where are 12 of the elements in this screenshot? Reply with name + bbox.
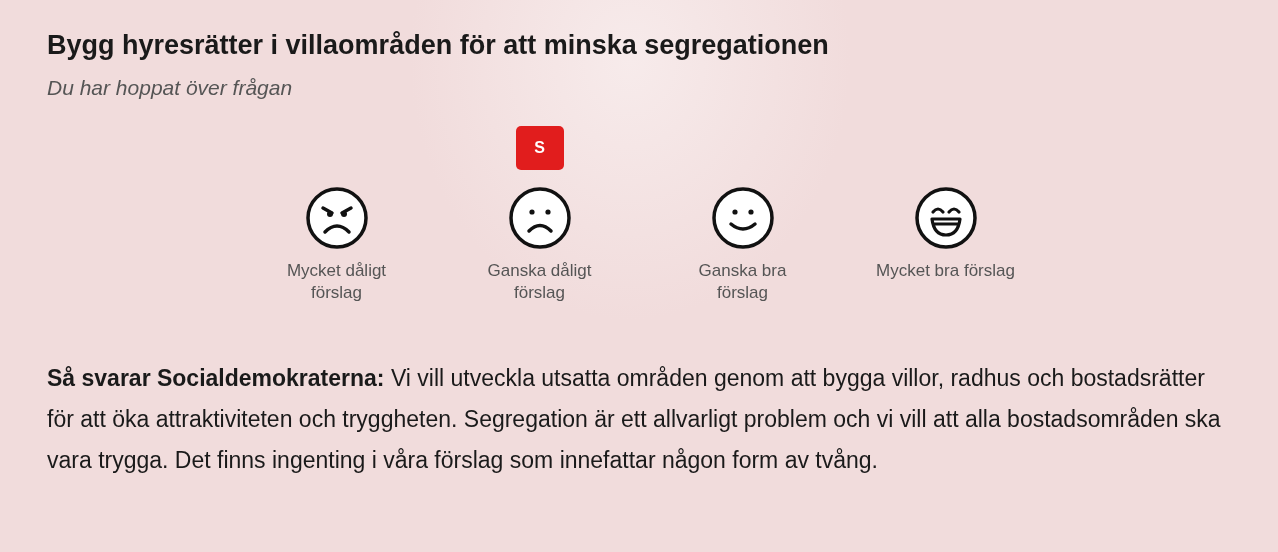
skipped-note: Du har hoppat över frågan: [47, 76, 294, 100]
option-label: Mycket dåligt förslag: [285, 260, 388, 304]
question-title: Bygg hyresrätter i villaområden för att minska segregationen: [47, 29, 830, 62]
option-label: Ganska bra förslag: [697, 260, 788, 304]
party-answer: Så svarar Socialdemokraterna: Vi vill utveckla utsatta områden genom att bygga villor, radhus och bostadsrätter för att öka attraktiviteten och tryggheten. Segregation är ett allvarligt problem och vi vill att alla bostadsområden ska vara trygga. Det finns ingenting i våra förslag som innefattar någon form av tvång.: [47, 364, 1222, 475]
laughing-face-icon[interactable]: [913, 186, 978, 250]
sad-face-icon[interactable]: [507, 186, 572, 250]
party-badge: S: [515, 126, 564, 170]
angry-face-icon[interactable]: [304, 186, 369, 250]
option-label: Ganska dåligt förslag: [486, 260, 593, 304]
option-label: Mycket bra förslag: [875, 260, 1016, 282]
smiling-face-icon[interactable]: [710, 186, 775, 250]
